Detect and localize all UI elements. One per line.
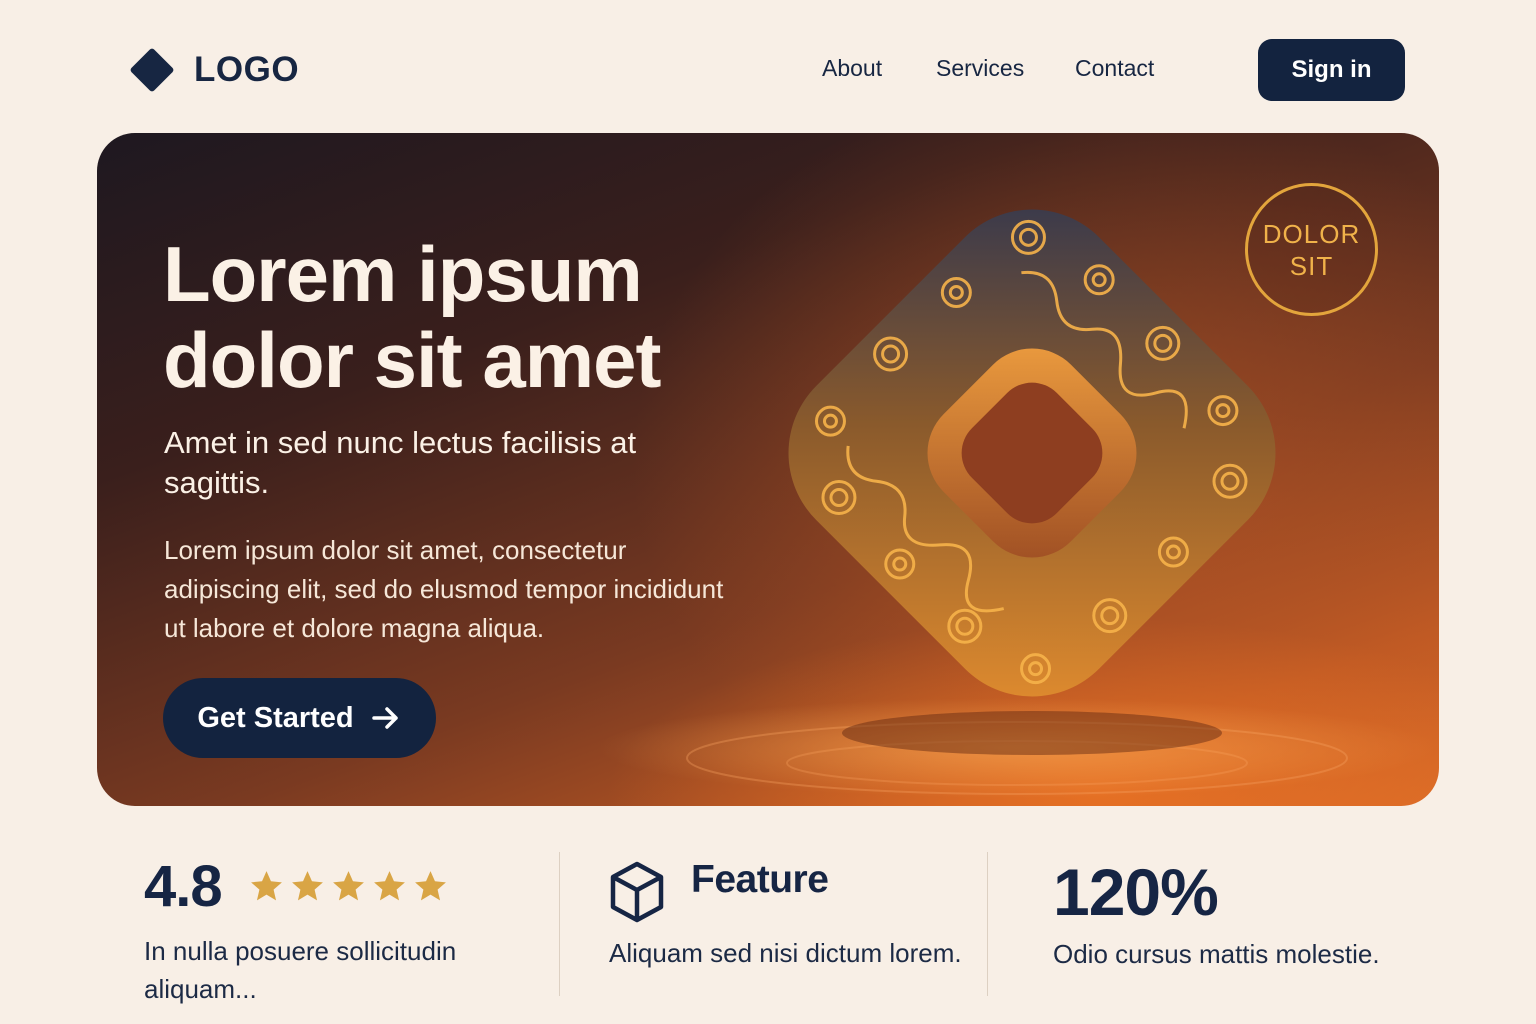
top-nav: LOGO About Services Contact Sign in [0, 0, 1536, 135]
percent-stat: 120% Odio cursus mattis molestie. [1053, 850, 1453, 973]
stat-divider [559, 852, 560, 996]
hero-title-line-1: Lorem ipsum [163, 230, 643, 318]
percent-description: Odio cursus mattis molestie. [1053, 939, 1380, 969]
star-icon [250, 870, 282, 900]
feature-title: Feature [691, 858, 829, 901]
badge-line-1: DOLOR [1262, 218, 1361, 249]
badge-line-2: SIT [1289, 250, 1334, 281]
rating-description: In nulla posuere sollicitudin aliquam... [144, 936, 457, 1004]
diamond-logo-icon [130, 48, 174, 92]
feature-stat: Feature Aliquam sed nisi dictum lorem. [609, 850, 969, 972]
hero-body-text: Lorem ipsum dolor sit amet, consectetur … [164, 535, 724, 643]
stat-divider [987, 852, 988, 996]
arrow-right-icon [371, 707, 398, 729]
rating-stat: 4.8 In nulla posuere sollicitudin aliqua… [144, 850, 544, 1008]
get-started-button[interactable]: Get Started [163, 678, 436, 758]
nav-link-contact[interactable]: Contact [1075, 55, 1154, 82]
rating-value: 4.8 [144, 853, 223, 919]
star-icon [373, 870, 405, 900]
logo-text: LOGO [194, 50, 300, 89]
star-icon [291, 870, 323, 900]
get-started-label: Get Started [197, 701, 354, 734]
hero-title-line-2: dolor sit amet [163, 316, 661, 404]
star-icon [414, 870, 446, 900]
feature-description: Aliquam sed nisi dictum lorem. [609, 938, 962, 968]
hero-banner: Lorem ipsum dolor sit amet Amet in sed n… [97, 133, 1439, 806]
nav-link-about[interactable]: About [822, 55, 882, 82]
cube-icon [610, 861, 664, 923]
percent-value: 120% [1053, 855, 1219, 929]
star-icon [332, 870, 364, 900]
dolor-sit-badge: DOLOR SIT [1245, 183, 1378, 316]
landing-page: LOGO About Services Contact Sign in Lore… [0, 0, 1536, 1024]
hero-title: Lorem ipsum dolor sit amet [163, 231, 783, 403]
logo[interactable]: LOGO [126, 44, 299, 96]
star-rating [248, 868, 449, 905]
nav-link-services[interactable]: Services [936, 55, 1024, 82]
sign-in-button[interactable]: Sign in [1258, 39, 1405, 101]
hero-subtitle: Amet in sed nunc lectus facilisis at sag… [164, 425, 637, 500]
